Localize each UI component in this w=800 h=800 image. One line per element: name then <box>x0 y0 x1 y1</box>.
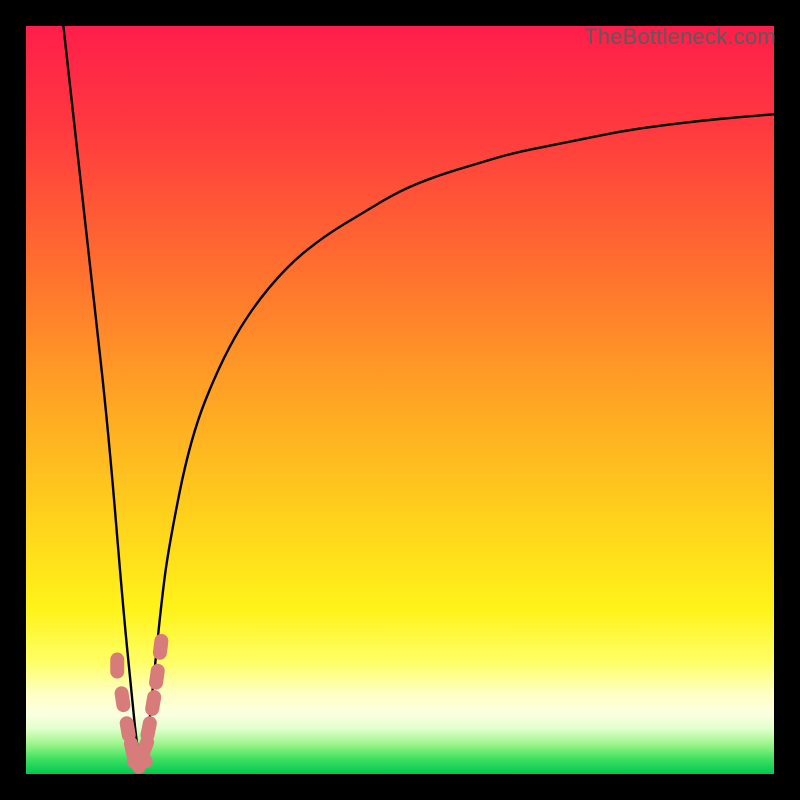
gradient-background <box>26 26 774 774</box>
chart-plot-area <box>26 26 774 774</box>
bottleneck-chart <box>26 26 774 774</box>
chart-frame: TheBottleneck.com <box>0 0 800 800</box>
trough-marker <box>110 653 124 679</box>
watermark-text: TheBottleneck.com <box>584 24 776 50</box>
